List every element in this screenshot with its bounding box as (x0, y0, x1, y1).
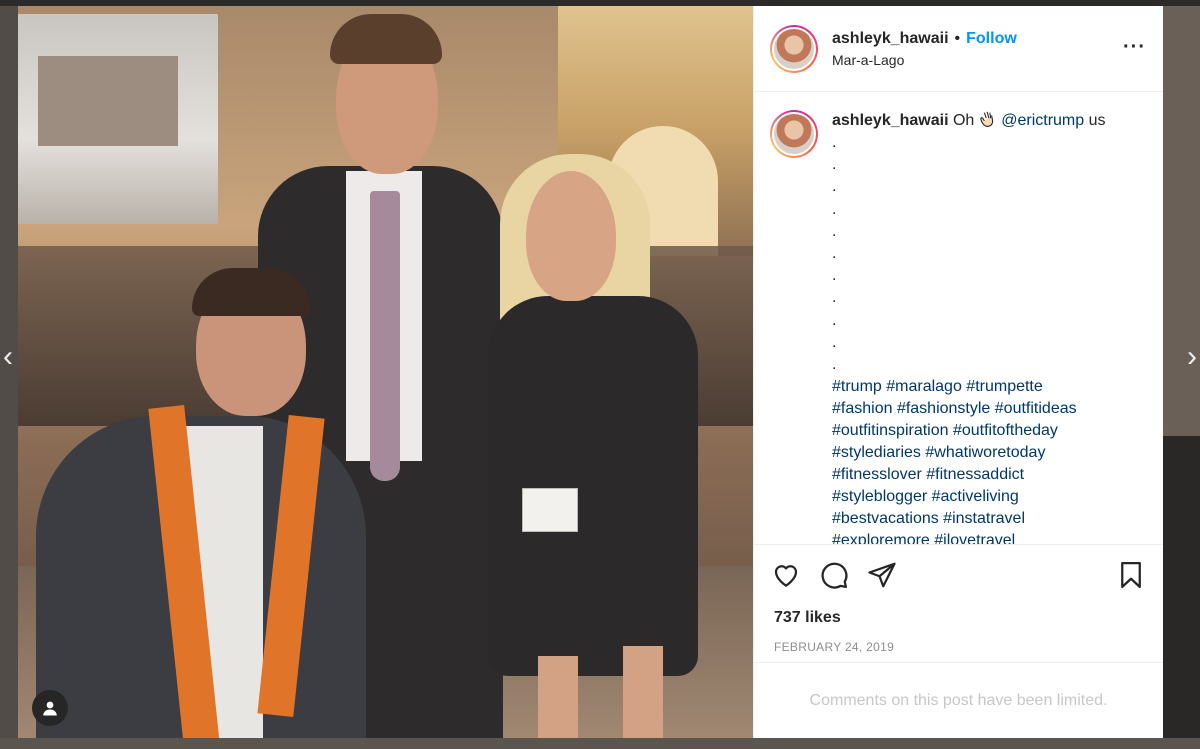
separator-dot: • (954, 29, 961, 47)
caption-dot: . (832, 245, 837, 263)
more-horizontal-icon[interactable]: ··· (1123, 37, 1145, 57)
like-button[interactable] (770, 559, 802, 591)
caption-dot: . (832, 333, 837, 351)
hashtag-line[interactable]: #stylediaries #whatiworetoday (832, 442, 1132, 464)
caption-username-link[interactable]: ashleyk_hawaii (832, 112, 949, 129)
photo-person-left-hair (192, 268, 310, 316)
photo-person-center-hair (330, 14, 442, 64)
photo-screen-image (38, 56, 178, 146)
hashtag-line[interactable]: #outfitinspiration #outfitoftheday (832, 420, 1132, 442)
post-header: ashleyk_hawaii • Follow Mar-a-Lago ··· (754, 6, 1163, 92)
likes-count[interactable]: 737 likes (754, 604, 1163, 632)
photo-person-right-dress (488, 296, 698, 676)
follow-button[interactable]: Follow (966, 30, 1017, 48)
header-text: ashleyk_hawaii • Follow Mar-a-Lago (832, 30, 1017, 68)
action-bar (754, 544, 1163, 604)
photo-person-right-head (526, 171, 616, 301)
caption-dot: . (832, 134, 837, 151)
user-icon (43, 701, 57, 716)
post-modal: ashleyk_hawaii • Follow Mar-a-Lago ··· a… (18, 6, 1163, 738)
hashtag-line[interactable]: #fitnesslover #fitnessaddict (832, 464, 1132, 486)
mention-link[interactable]: @erictrump (1001, 112, 1084, 129)
caption-dot: . (832, 178, 837, 196)
avatar-image (772, 26, 816, 71)
caption: ashleyk_hawaii Oh @erictrump us . . . . … (832, 110, 1132, 544)
comment-icon (821, 562, 848, 589)
comments-limited-notice: Comments on this post have been limited. (754, 662, 1163, 738)
avatar[interactable] (770, 24, 818, 73)
hashtag-line[interactable]: #trump #maralago #trumpette (832, 376, 1132, 398)
hashtag-line[interactable]: #styleblogger #activeliving (832, 486, 1132, 508)
backdrop-bottom (0, 738, 1200, 749)
photo-person-right-leg (538, 656, 578, 738)
caption-dot: . (832, 289, 837, 307)
caption-dot: . (832, 200, 837, 218)
heart-icon (774, 564, 798, 587)
bookmark-icon (1121, 561, 1141, 588)
caption-dot: . (832, 356, 837, 374)
post-date[interactable]: FEBRUARY 24, 2019 (754, 632, 1163, 662)
photo-person-center-tie (370, 191, 400, 481)
caption-text: us (1088, 112, 1106, 129)
caption-dot: . (832, 156, 837, 174)
caption-dot: . (832, 267, 837, 285)
caption-dots: . . . . . . . . . . . (832, 132, 1132, 376)
post-photo (18, 6, 753, 738)
next-post-arrow-icon[interactable]: › (1184, 340, 1200, 374)
photo-person-right-leg (623, 646, 663, 738)
backdrop-right-lower (1163, 436, 1200, 749)
hashtag-line[interactable]: #fashion #fashionstyle #outfitideas (832, 398, 1132, 420)
avatar-image (772, 112, 816, 156)
caption-dot: . (832, 311, 837, 329)
location-link[interactable]: Mar-a-Lago (832, 52, 1017, 68)
photo-name-badge (522, 488, 578, 532)
hashtags: #trump #maralago #trumpette #fashion #fa… (832, 376, 1132, 544)
previous-post-arrow-icon[interactable]: ‹ (0, 340, 16, 374)
save-button[interactable] (1115, 559, 1147, 591)
caption-text: Oh (952, 112, 975, 129)
post-side-panel: ashleyk_hawaii • Follow Mar-a-Lago ··· a… (753, 6, 1163, 738)
share-button[interactable] (866, 559, 898, 591)
caption-avatar[interactable] (770, 110, 818, 158)
paper-plane-icon (868, 562, 896, 587)
username-link[interactable]: ashleyk_hawaii (832, 30, 949, 48)
hashtag-line[interactable]: #exploremore #ilovetravel (832, 530, 1132, 544)
hashtag-line[interactable]: #bestvacations #instatravel (832, 508, 1132, 530)
caption-dot: . (832, 222, 837, 240)
waving-hand-icon (980, 111, 993, 127)
tagged-users-button[interactable] (32, 690, 68, 726)
comment-button[interactable] (818, 559, 850, 591)
caption-area: ashleyk_hawaii Oh @erictrump us . . . . … (754, 92, 1163, 544)
